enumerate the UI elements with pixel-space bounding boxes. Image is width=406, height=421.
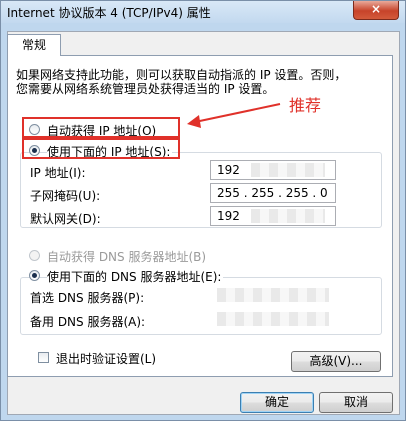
dialog-window: Internet 协议版本 4 (TCP/IPv4) 属性 × 常规 如果网络支… — [0, 0, 406, 421]
subnet-mask-value: 255 . 255 . 255 . 0 — [217, 186, 328, 200]
manual-dns-radio[interactable] — [29, 270, 40, 281]
subnet-mask-label: 子网掩码(U): — [30, 189, 101, 203]
tab-general[interactable]: 常规 — [7, 34, 61, 56]
manual-ip-highlight — [22, 138, 180, 159]
recommend-annotation: 推荐 — [289, 96, 322, 115]
ip-address-value: 192 — [217, 163, 240, 177]
default-gateway-field[interactable]: 192 — [210, 206, 336, 226]
default-gateway-value: 192 — [217, 209, 240, 223]
window-title: Internet 协议版本 4 (TCP/IPv4) 属性 — [7, 6, 211, 20]
description-line-1: 如果网络支持此功能，则可以获取自动指派的 IP 设置。否则， — [16, 68, 347, 82]
ip-address-label: IP 地址(I): — [30, 166, 86, 180]
preferred-dns-field[interactable] — [210, 285, 336, 305]
preferred-dns-masked — [217, 288, 329, 302]
default-gateway-label: 默认网关(D): — [30, 212, 101, 226]
advanced-button[interactable]: 高级(V)... — [291, 351, 381, 372]
ip-address-field[interactable]: 192 — [210, 160, 336, 180]
manual-dns-label[interactable]: 使用下面的 DNS 服务器地址(E): — [47, 268, 224, 285]
close-button[interactable]: × — [353, 1, 399, 20]
auto-dns-label[interactable]: 自动获得 DNS 服务器地址(B) — [47, 248, 206, 265]
auto-dns-radio[interactable] — [29, 250, 40, 261]
arrow-icon — [187, 103, 281, 128]
cancel-button[interactable]: 取消 — [319, 392, 393, 413]
close-icon: × — [370, 2, 382, 16]
alternate-dns-label: 备用 DNS 服务器(A): — [30, 315, 146, 329]
alternate-dns-field[interactable] — [210, 309, 336, 329]
validate-settings-checkbox[interactable] — [38, 352, 49, 363]
auto-ip-highlight — [22, 117, 180, 138]
subnet-mask-field[interactable]: 255 . 255 . 255 . 0 — [210, 183, 336, 203]
title-bar: Internet 协议版本 4 (TCP/IPv4) 属性 × — [1, 1, 405, 23]
ip-address-masked — [251, 163, 325, 177]
ok-button[interactable]: 确定 — [240, 392, 314, 413]
default-gateway-masked — [251, 209, 325, 223]
preferred-dns-label: 首选 DNS 服务器(P): — [30, 291, 145, 305]
validate-settings-label[interactable]: 退出时验证设置(L) — [56, 350, 156, 367]
alternate-dns-masked — [217, 312, 329, 326]
